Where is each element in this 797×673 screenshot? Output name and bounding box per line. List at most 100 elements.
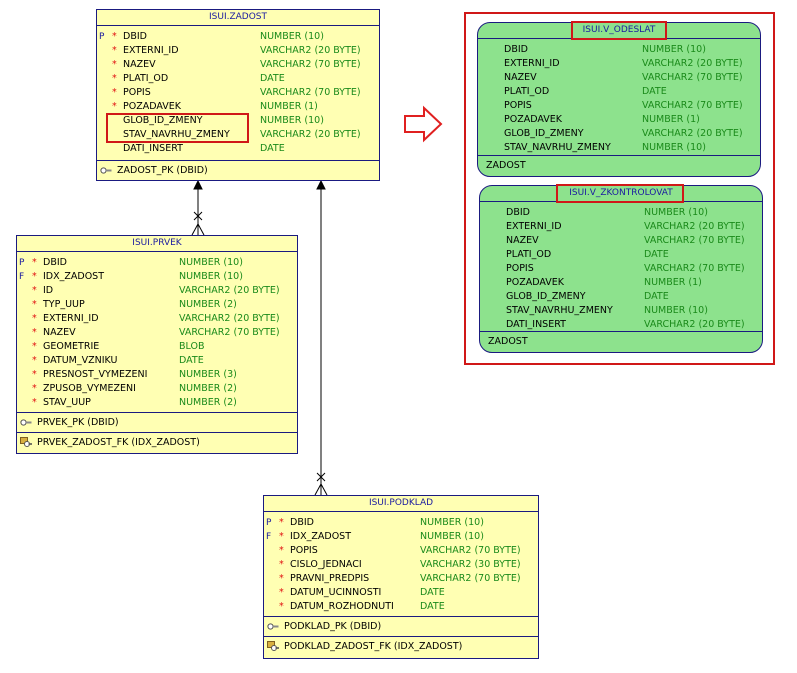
- column-name: EXTERNI_ID: [504, 58, 560, 69]
- table-podklad[interactable]: ISUI.PODKLAD P * DBID NUMBER (10) F * IDX_ZADO…: [263, 495, 539, 659]
- column-type: DATE: [420, 601, 445, 612]
- mandatory-flag: *: [279, 573, 284, 584]
- column-row: EXTERNI_ID VARCHAR2 (20 BYTE): [478, 57, 760, 71]
- pk-section: PODKLAD_PK (DBID): [264, 616, 538, 637]
- column-row: POPIS VARCHAR2 (70 BYTE): [478, 99, 760, 113]
- column-type: VARCHAR2 (20 BYTE): [644, 221, 745, 232]
- column-type: NUMBER (2): [179, 397, 237, 408]
- column-name: DBID: [290, 517, 314, 528]
- column-row: GLOB_ID_ZMENY VARCHAR2 (20 BYTE): [478, 127, 760, 141]
- table-zadost[interactable]: ISUI.ZADOST P * DBID NUMBER (10) * EXTERNI_ID…: [96, 9, 380, 181]
- column-name: EXTERNI_ID: [43, 313, 99, 324]
- mandatory-flag: *: [112, 101, 117, 112]
- mandatory-flag: *: [32, 257, 37, 268]
- column-row: * CISLO_JEDNACI VARCHAR2 (30 BYTE): [264, 558, 538, 572]
- column-name: DATUM_VZNIKU: [43, 355, 118, 366]
- column-row: * PRAVNI_PREDPIS VARCHAR2 (70 BYTE): [264, 572, 538, 586]
- column-row: * STAV_UUP NUMBER (2): [17, 396, 297, 410]
- column-row: POPIS VARCHAR2 (70 BYTE): [480, 262, 762, 276]
- column-row: * DATUM_ROZHODNUTI DATE: [264, 600, 538, 614]
- column-row: * PRESNOST_VYMEZENI NUMBER (3): [17, 368, 297, 382]
- column-type: VARCHAR2 (20 BYTE): [260, 129, 361, 140]
- column-row: F * IDX_ZADOST NUMBER (10): [17, 270, 297, 284]
- column-name: PRESNOST_VYMEZENI: [43, 369, 148, 380]
- table-prvek[interactable]: ISUI.PRVEK P * DBID NUMBER (10) F * IDX_ZADOST…: [16, 235, 298, 454]
- column-row: POZADAVEK NUMBER (1): [478, 113, 760, 127]
- column-name: DBID: [504, 44, 528, 55]
- column-row: P * DBID NUMBER (10): [97, 30, 379, 44]
- column-name: POZADAVEK: [504, 114, 562, 125]
- column-name: IDX_ZADOST: [290, 531, 352, 542]
- column-name: POPIS: [506, 263, 534, 274]
- column-row: DATI_INSERT DATE: [97, 142, 379, 156]
- column-name: NAZEV: [123, 59, 156, 70]
- column-type: VARCHAR2 (70 BYTE): [260, 87, 361, 98]
- column-name: DATUM_UCINNOSTI: [290, 587, 382, 598]
- column-type: NUMBER (10): [420, 517, 484, 528]
- column-type: NUMBER (10): [179, 271, 243, 282]
- column-list: P * DBID NUMBER (10) F * IDX_ZADOST NUMBER (10)…: [264, 512, 538, 614]
- column-row: STAV_NAVRHU_ZMENY NUMBER (10): [480, 304, 762, 318]
- mandatory-flag: *: [112, 59, 117, 70]
- column-row: F * IDX_ZADOST NUMBER (10): [264, 530, 538, 544]
- column-type: VARCHAR2 (30 BYTE): [420, 559, 521, 570]
- column-row: NAZEV VARCHAR2 (70 BYTE): [478, 71, 760, 85]
- column-row: POZADAVEK NUMBER (1): [480, 276, 762, 290]
- fk-constraint: PRVEK_ZADOST_FK (IDX_ZADOST): [37, 437, 200, 448]
- fk-section: PRVEK_ZADOST_FK (IDX_ZADOST): [17, 432, 297, 453]
- column-name: PLATI_OD: [123, 73, 169, 84]
- column-name: DATI_INSERT: [506, 319, 566, 330]
- column-row: NAZEV VARCHAR2 (70 BYTE): [480, 234, 762, 248]
- mandatory-flag: *: [32, 271, 37, 282]
- column-row: PLATI_OD DATE: [480, 248, 762, 262]
- column-row: * ID VARCHAR2 (20 BYTE): [17, 284, 297, 298]
- column-type: NUMBER (10): [260, 115, 324, 126]
- column-name: CISLO_JEDNACI: [290, 559, 362, 570]
- fk-section: PODKLAD_ZADOST_FK (IDX_ZADOST): [264, 636, 538, 657]
- table-title: ISUI.PRVEK: [17, 236, 297, 252]
- key-flag: P: [99, 32, 105, 42]
- column-row: * NAZEV VARCHAR2 (70 BYTE): [17, 326, 297, 340]
- column-name: DBID: [506, 207, 530, 218]
- column-type: DATE: [644, 291, 669, 302]
- column-row: * GEOMETRIE BLOB: [17, 340, 297, 354]
- mandatory-flag: *: [279, 601, 284, 612]
- column-type: NUMBER (10): [642, 142, 706, 153]
- view-source-table: ZADOST: [478, 155, 760, 176]
- column-name: PLATI_OD: [506, 249, 552, 260]
- mandatory-flag: *: [279, 517, 284, 528]
- column-row: P * DBID NUMBER (10): [264, 516, 538, 530]
- view-v-zkontrolovat[interactable]: ISUI.V_ZKONTROLOVAT DBID NUMBER (10) EXTER…: [479, 185, 763, 353]
- column-type: VARCHAR2 (70 BYTE): [260, 59, 361, 70]
- column-name: TYP_UUP: [43, 299, 85, 310]
- column-row: * POPIS VARCHAR2 (70 BYTE): [264, 544, 538, 558]
- foreign-key-icon: [267, 641, 279, 651]
- column-name: STAV_UUP: [43, 397, 91, 408]
- column-name: EXTERNI_ID: [506, 221, 562, 232]
- primary-key-icon: [267, 623, 279, 630]
- mandatory-flag: *: [112, 45, 117, 56]
- table-title: ISUI.PODKLAD: [264, 496, 538, 512]
- column-type: VARCHAR2 (20 BYTE): [179, 285, 280, 296]
- mandatory-flag: *: [279, 545, 284, 556]
- pk-row: PRVEK_PK (DBID): [17, 413, 297, 433]
- column-type: DATE: [642, 86, 667, 97]
- column-name: DBID: [123, 31, 147, 42]
- column-type: DATE: [644, 249, 669, 260]
- column-type: VARCHAR2 (20 BYTE): [260, 45, 361, 56]
- key-flag: P: [266, 518, 272, 528]
- column-type: NUMBER (2): [179, 383, 237, 394]
- mandatory-flag: *: [32, 313, 37, 324]
- view-v-odeslat[interactable]: ISUI.V_ODESLAT DBID NUMBER (10) EXTERNI_ID…: [477, 22, 761, 177]
- column-type: NUMBER (10): [179, 257, 243, 268]
- column-name: NAZEV: [504, 72, 537, 83]
- mandatory-flag: *: [279, 531, 284, 542]
- key-flag: F: [19, 272, 25, 282]
- column-type: BLOB: [179, 341, 205, 352]
- highlight-box-v-zkontrolovat-title: [556, 184, 684, 203]
- column-row: * POZADAVEK NUMBER (1): [97, 100, 379, 114]
- column-type: NUMBER (1): [642, 114, 700, 125]
- primary-key-icon: [100, 167, 112, 174]
- column-name: STAV_NAVRHU_ZMENY: [504, 142, 611, 153]
- column-type: VARCHAR2 (70 BYTE): [179, 327, 280, 338]
